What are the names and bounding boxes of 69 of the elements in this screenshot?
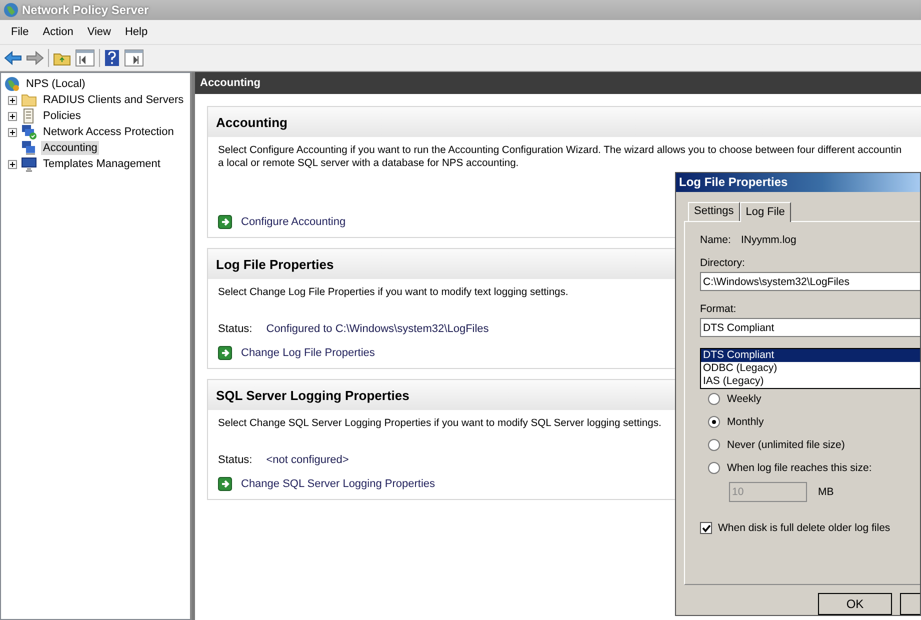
radio-label: Weekly <box>727 393 762 406</box>
dialog-title: Log File Properties <box>679 175 788 190</box>
folder-icon <box>21 92 37 108</box>
menu-item[interactable]: View <box>80 26 118 38</box>
section-title: Log File Properties <box>216 256 334 272</box>
task-link[interactable]: Configure Accounting <box>241 216 346 228</box>
status-label: Status: <box>218 454 252 466</box>
menu-item[interactable]: File <box>4 26 36 38</box>
radio-label: Monthly <box>727 416 764 428</box>
tree-item[interactable]: RADIUS Clients and Servers <box>41 93 186 107</box>
section-description: Select Change SQL Server Logging Properties if you want to modify SQL Server logging settings. <box>218 417 662 430</box>
tree-item[interactable]: Templates Management <box>41 157 162 171</box>
radio-label: Never (unlimited file size) <box>727 439 845 452</box>
window-title: Network Policy Server <box>22 3 149 17</box>
ok-button[interactable]: OK <box>818 593 892 615</box>
monitors-check-icon <box>21 124 37 140</box>
directory-field[interactable]: C:\Windows\system32\LogFiles <box>700 272 920 292</box>
section-description: a local or remote SQL server with a database for NPS accounting. <box>218 157 519 170</box>
field-label: Directory: <box>700 257 746 270</box>
menu-item[interactable]: Help <box>118 26 155 38</box>
unit-label: MB <box>818 486 834 498</box>
format-dropdown[interactable]: DTS Compliant <box>700 318 920 338</box>
expand-icon[interactable] <box>8 96 17 104</box>
tree-item[interactable]: Policies <box>41 109 83 123</box>
back-arrow-icon[interactable] <box>4 50 22 66</box>
section-description: Select Change Log File Properties if you want to modify text logging settings. <box>218 286 568 299</box>
radio-button[interactable] <box>708 439 720 452</box>
monitor-icon <box>21 156 37 172</box>
section-description: Select Configure Accounting if you want to run the Accounting Configuration Wizard. The wizard allows you to choose between four different accountin <box>218 144 902 157</box>
section-title: Accounting <box>216 114 288 130</box>
expand-icon[interactable] <box>8 112 17 120</box>
file-name: INyymm.log <box>740 234 796 248</box>
arrow-square-icon[interactable] <box>218 346 232 360</box>
globe-icon <box>3 2 19 18</box>
expand-icon[interactable] <box>8 128 17 136</box>
panel-toggle-icon[interactable] <box>75 49 95 67</box>
status-label: Status: <box>218 323 252 335</box>
action-pane-icon[interactable] <box>124 49 144 67</box>
task-link[interactable]: Change Log File Properties <box>241 347 375 359</box>
status-value: Configured to C:\Windows\system32\LogFiles <box>266 323 489 335</box>
tree-item[interactable]: NPS (Local) <box>24 77 88 91</box>
task-link[interactable]: Change SQL Server Logging Properties <box>241 478 436 490</box>
dropdown-option[interactable]: IAS (Legacy) <box>701 375 920 388</box>
tree-item[interactable]: Accounting <box>41 141 100 155</box>
radio-button[interactable] <box>708 416 720 428</box>
forward-arrow-icon[interactable] <box>26 50 44 66</box>
radio-button[interactable] <box>708 393 720 406</box>
field-label: Name: <box>700 234 731 248</box>
tab[interactable]: Settings <box>688 202 740 222</box>
arrow-square-icon[interactable] <box>218 477 232 491</box>
checkbox-label: When disk is full delete older log files <box>718 522 890 534</box>
button[interactable] <box>900 593 920 615</box>
expand-icon[interactable] <box>8 160 17 168</box>
menu-item[interactable]: Action <box>36 26 80 38</box>
field-label: Format: <box>700 303 738 316</box>
radio-label: When log file reaches this size: <box>727 462 872 474</box>
arrow-square-icon[interactable] <box>218 215 232 229</box>
checkbox[interactable] <box>700 522 712 534</box>
dropdown-option[interactable]: ODBC (Legacy) <box>701 362 920 376</box>
section-title: SQL Server Logging Properties <box>216 388 410 402</box>
globe-icon <box>4 76 20 92</box>
monitors-icon <box>21 140 37 156</box>
status-value: <not configured> <box>266 454 349 466</box>
tree-item[interactable]: Network Access Protection <box>41 125 176 139</box>
help-icon[interactable] <box>104 49 120 67</box>
radio-button[interactable] <box>708 462 720 474</box>
dropdown-option[interactable]: DTS Compliant <box>701 349 920 362</box>
tab[interactable]: Log File <box>740 202 791 222</box>
pane-title: Accounting <box>200 77 260 89</box>
